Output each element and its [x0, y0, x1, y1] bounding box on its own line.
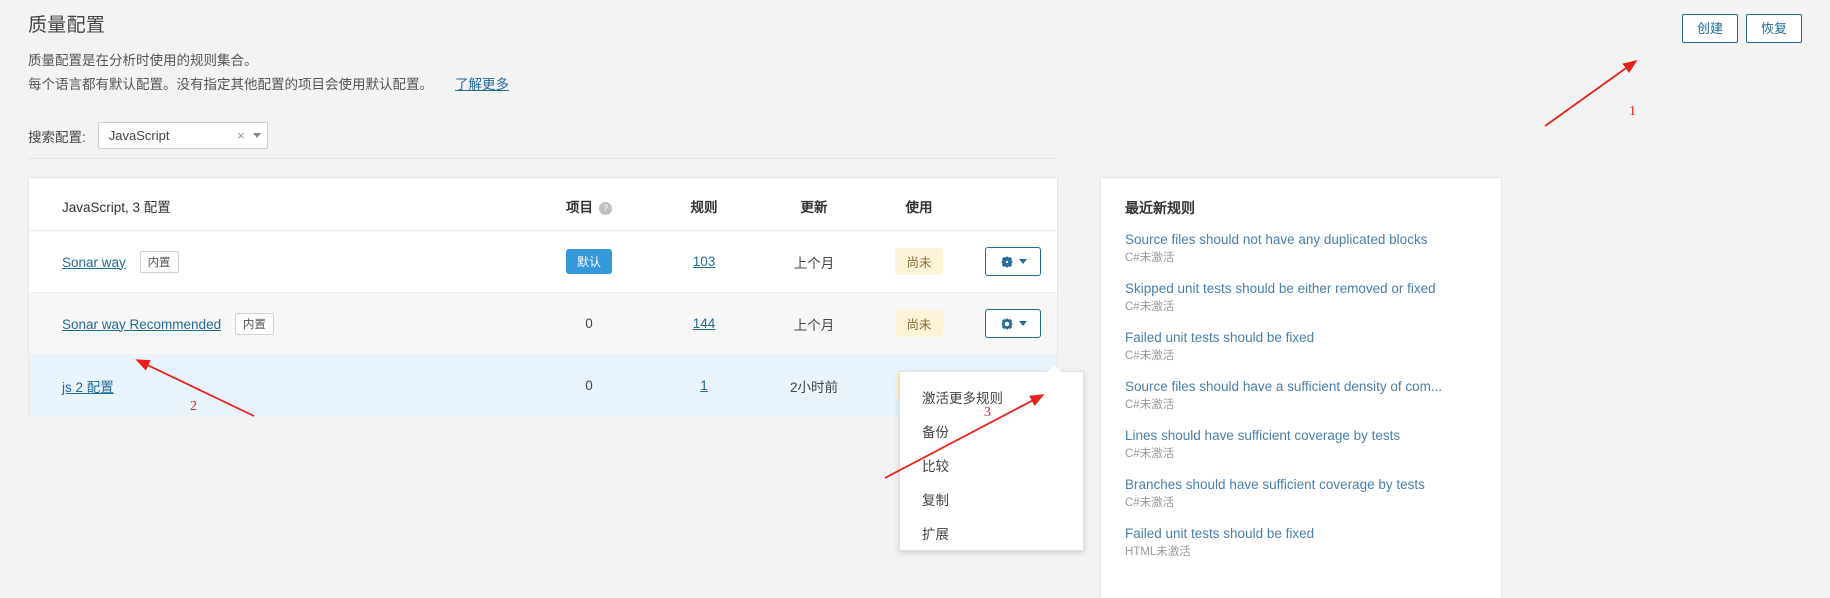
profile-actions-menu: 激活更多规则 备份 比较 复制 扩展 [899, 365, 1084, 551]
table-caption: JavaScript, 3 配置 [29, 178, 529, 231]
usage-cell: 尚未 [869, 230, 969, 293]
language-select-value: JavaScript [108, 128, 170, 143]
profile-link[interactable]: Sonar way [62, 255, 126, 270]
list-item: Failed unit tests should be fixed C#未激活 [1125, 329, 1477, 364]
rule-link[interactable]: Failed unit tests should be fixed [1125, 329, 1477, 347]
help-icon[interactable]: ? [599, 202, 612, 215]
page-description: 质量配置是在分析时使用的规则集合。 每个语言都有默认配置。没有指定其他配置的项目… [28, 49, 1802, 97]
column-actions [969, 178, 1057, 231]
table-row: Sonar way Recommended 内置 0 144 上个月 尚未 [29, 292, 1057, 355]
menu-item-compare[interactable]: 比较 [900, 448, 1083, 482]
usage-cell: 尚未 [869, 292, 969, 355]
builtin-tag: 内置 [234, 312, 274, 335]
rule-link[interactable]: Source files should not have any duplica… [1125, 231, 1477, 249]
profile-name-cell: Sonar way 内置 [29, 230, 529, 293]
rule-meta: HTML未激活 [1125, 546, 1191, 558]
menu-item-copy[interactable]: 复制 [900, 482, 1083, 516]
rules-count-link[interactable]: 144 [693, 316, 716, 331]
rule-meta: C#未激活 [1125, 497, 1175, 509]
projects-cell: 0 [529, 354, 649, 417]
page-header: 质量配置 质量配置是在分析时使用的规则集合。 每个语言都有默认配置。没有指定其他… [28, 10, 1802, 97]
chevron-down-icon [1018, 321, 1027, 326]
create-button[interactable]: 创建 [1681, 14, 1738, 43]
header-divider [28, 158, 1058, 159]
gear-icon [1000, 255, 1013, 268]
list-item: Skipped unit tests should be either remo… [1125, 280, 1477, 315]
rule-link[interactable]: Branches should have sufficient coverage… [1125, 476, 1477, 494]
menu-item-activate-more-rules[interactable]: 激活更多规则 [900, 380, 1083, 414]
annotation-label-1: 1 [1629, 104, 1636, 119]
page-description-line-1: 质量配置是在分析时使用的规则集合。 [28, 53, 258, 68]
table-row: Sonar way 内置 默认 103 上个月 尚未 [29, 230, 1057, 293]
rule-meta: C#未激活 [1125, 301, 1175, 313]
column-projects: 项目? [529, 178, 649, 231]
list-item: Failed unit tests should be fixed HTML未激… [1125, 525, 1477, 560]
profile-link[interactable]: js 2 配置 [62, 380, 114, 395]
projects-cell: 默认 [529, 230, 649, 293]
rules-count-link[interactable]: 1 [700, 378, 708, 393]
rule-meta: C#未激活 [1125, 350, 1175, 362]
profile-actions-button[interactable] [985, 247, 1041, 276]
builtin-tag: 内置 [139, 250, 179, 273]
column-projects-label: 项目 [566, 200, 593, 215]
rule-meta: C#未激活 [1125, 448, 1175, 460]
rules-cell: 1 [649, 354, 759, 417]
page-description-text-2: 每个语言都有默认配置。没有指定其他配置的项目会使用默认配置。 [28, 77, 433, 92]
annotation-label-3: 3 [984, 405, 991, 420]
projects-cell: 0 [529, 292, 649, 355]
column-rules: 规则 [649, 178, 759, 231]
rules-count-link[interactable]: 103 [693, 254, 716, 269]
rules-cell: 103 [649, 230, 759, 293]
rule-link[interactable]: Skipped unit tests should be either remo… [1125, 280, 1477, 298]
updated-cell: 上个月 [759, 230, 869, 293]
usage-badge: 尚未 [895, 310, 943, 337]
recent-rules-panel: 最近新规则 Source files should not have any d… [1100, 177, 1502, 598]
annotation-label-2: 2 [190, 399, 197, 414]
clear-icon[interactable]: × [229, 129, 253, 142]
rules-cell: 144 [649, 292, 759, 355]
list-item: Source files should have a sufficient de… [1125, 378, 1477, 413]
search-row: 搜索配置: JavaScript × [28, 122, 268, 149]
gear-icon [1000, 317, 1013, 330]
profile-name-cell: Sonar way Recommended 内置 [29, 292, 529, 355]
rule-meta: C#未激活 [1125, 399, 1175, 411]
learn-more-link[interactable]: 了解更多 [455, 77, 509, 92]
menu-item-backup[interactable]: 备份 [900, 414, 1083, 448]
table-header-row: JavaScript, 3 配置 项目? 规则 更新 使用 [29, 178, 1057, 231]
page-title: 质量配置 [28, 15, 106, 36]
chevron-down-icon[interactable] [252, 133, 261, 138]
column-usage: 使用 [869, 178, 969, 231]
usage-badge: 尚未 [895, 248, 943, 275]
language-select[interactable]: JavaScript × [97, 122, 268, 149]
quality-profiles-page: 质量配置 质量配置是在分析时使用的规则集合。 每个语言都有默认配置。没有指定其他… [0, 0, 1830, 598]
actions-cell [969, 230, 1057, 293]
header-actions: 创建 恢复 [1681, 14, 1802, 43]
actions-cell [969, 292, 1057, 355]
profile-link[interactable]: Sonar way Recommended [62, 317, 221, 332]
chevron-down-icon [1018, 259, 1027, 264]
list-item: Source files should not have any duplica… [1125, 231, 1477, 266]
menu-item-extend[interactable]: 扩展 [900, 516, 1083, 550]
page-description-line-2: 每个语言都有默认配置。没有指定其他配置的项目会使用默认配置。 了解更多 [28, 73, 1802, 97]
rule-link[interactable]: Source files should have a sufficient de… [1125, 378, 1477, 396]
profile-name-cell: js 2 配置 [29, 354, 529, 417]
updated-cell: 上个月 [759, 292, 869, 355]
recent-rules-title: 最近新规则 [1125, 200, 1195, 216]
column-updated: 更新 [759, 178, 869, 231]
updated-cell: 2小时前 [759, 354, 869, 417]
default-badge: 默认 [565, 249, 612, 274]
list-item: Lines should have sufficient coverage by… [1125, 427, 1477, 462]
rule-link[interactable]: Lines should have sufficient coverage by… [1125, 427, 1477, 445]
rule-link[interactable]: Failed unit tests should be fixed [1125, 525, 1477, 543]
profile-actions-button[interactable] [985, 309, 1041, 338]
list-item: Branches should have sufficient coverage… [1125, 476, 1477, 511]
restore-button[interactable]: 恢复 [1745, 14, 1802, 43]
search-label: 搜索配置: [28, 129, 86, 145]
rule-meta: C#未激活 [1125, 252, 1175, 264]
